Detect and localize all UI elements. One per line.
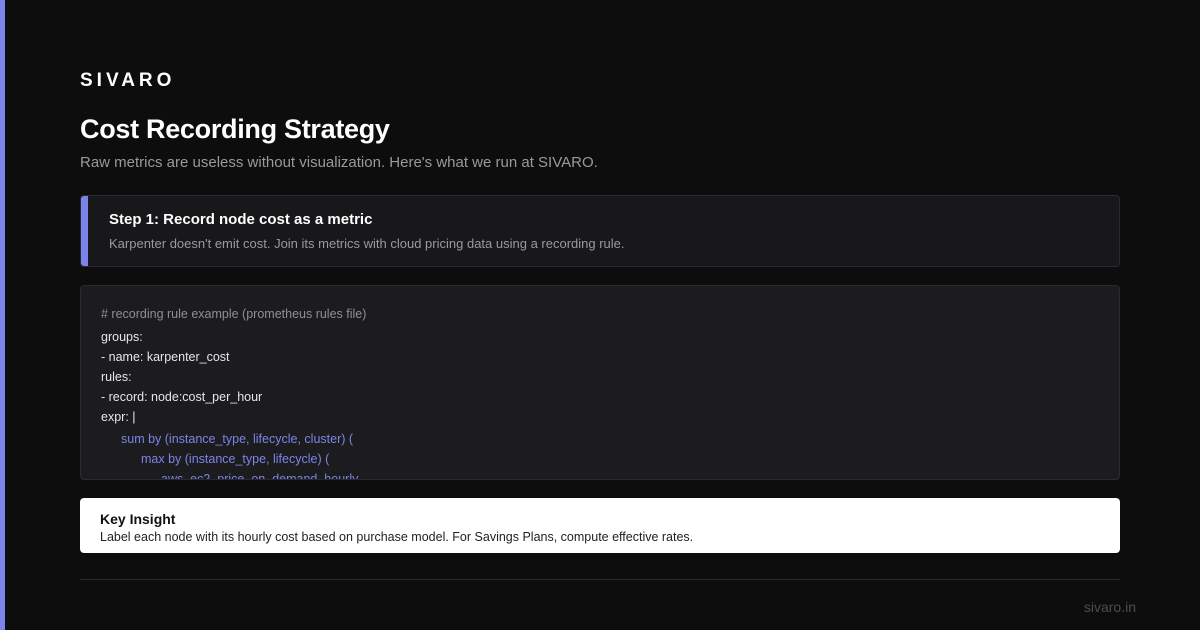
code-block: # recording rule example (prometheus rul…	[80, 285, 1120, 480]
code-line: rules:	[101, 370, 132, 384]
code-line: groups:	[101, 330, 143, 344]
step-card-accent	[81, 196, 88, 266]
step-description: Karpenter doesn't emit cost. Join its me…	[109, 236, 625, 251]
step-card: Step 1: Record node cost as a metric Kar…	[80, 195, 1120, 267]
code-comment: # recording rule example (prometheus rul…	[101, 307, 367, 321]
code-line: - name: karpenter_cost	[101, 350, 230, 364]
code-line: expr: |	[101, 410, 136, 424]
brand-logo: SIVARO	[80, 70, 176, 91]
code-line: - record: node:cost_per_hour	[101, 390, 263, 404]
footer-divider	[80, 579, 1120, 580]
insight-text: Label each node with its hourly cost bas…	[100, 530, 694, 544]
footer-url: sivaro.in	[1083, 599, 1136, 615]
slide: SIVARO Cost Recording Strategy Raw metri…	[0, 0, 1200, 630]
step-title: Step 1: Record node cost as a metric	[109, 211, 373, 228]
key-insight-card: Key Insight Label each node with its hou…	[80, 498, 1120, 553]
page-title: Cost Recording Strategy	[80, 114, 390, 144]
left-accent-bar	[0, 0, 5, 630]
code-expr-line: max by (instance_type, lifecycle) (	[141, 452, 330, 466]
insight-title: Key Insight	[100, 511, 176, 527]
page-subtitle: Raw metrics are useless without visualiz…	[80, 154, 598, 171]
code-expr-line: sum by (instance_type, lifecycle, cluste…	[121, 432, 354, 446]
code-expr-line: aws_ec2_price_on_demand_hourly	[161, 472, 359, 480]
